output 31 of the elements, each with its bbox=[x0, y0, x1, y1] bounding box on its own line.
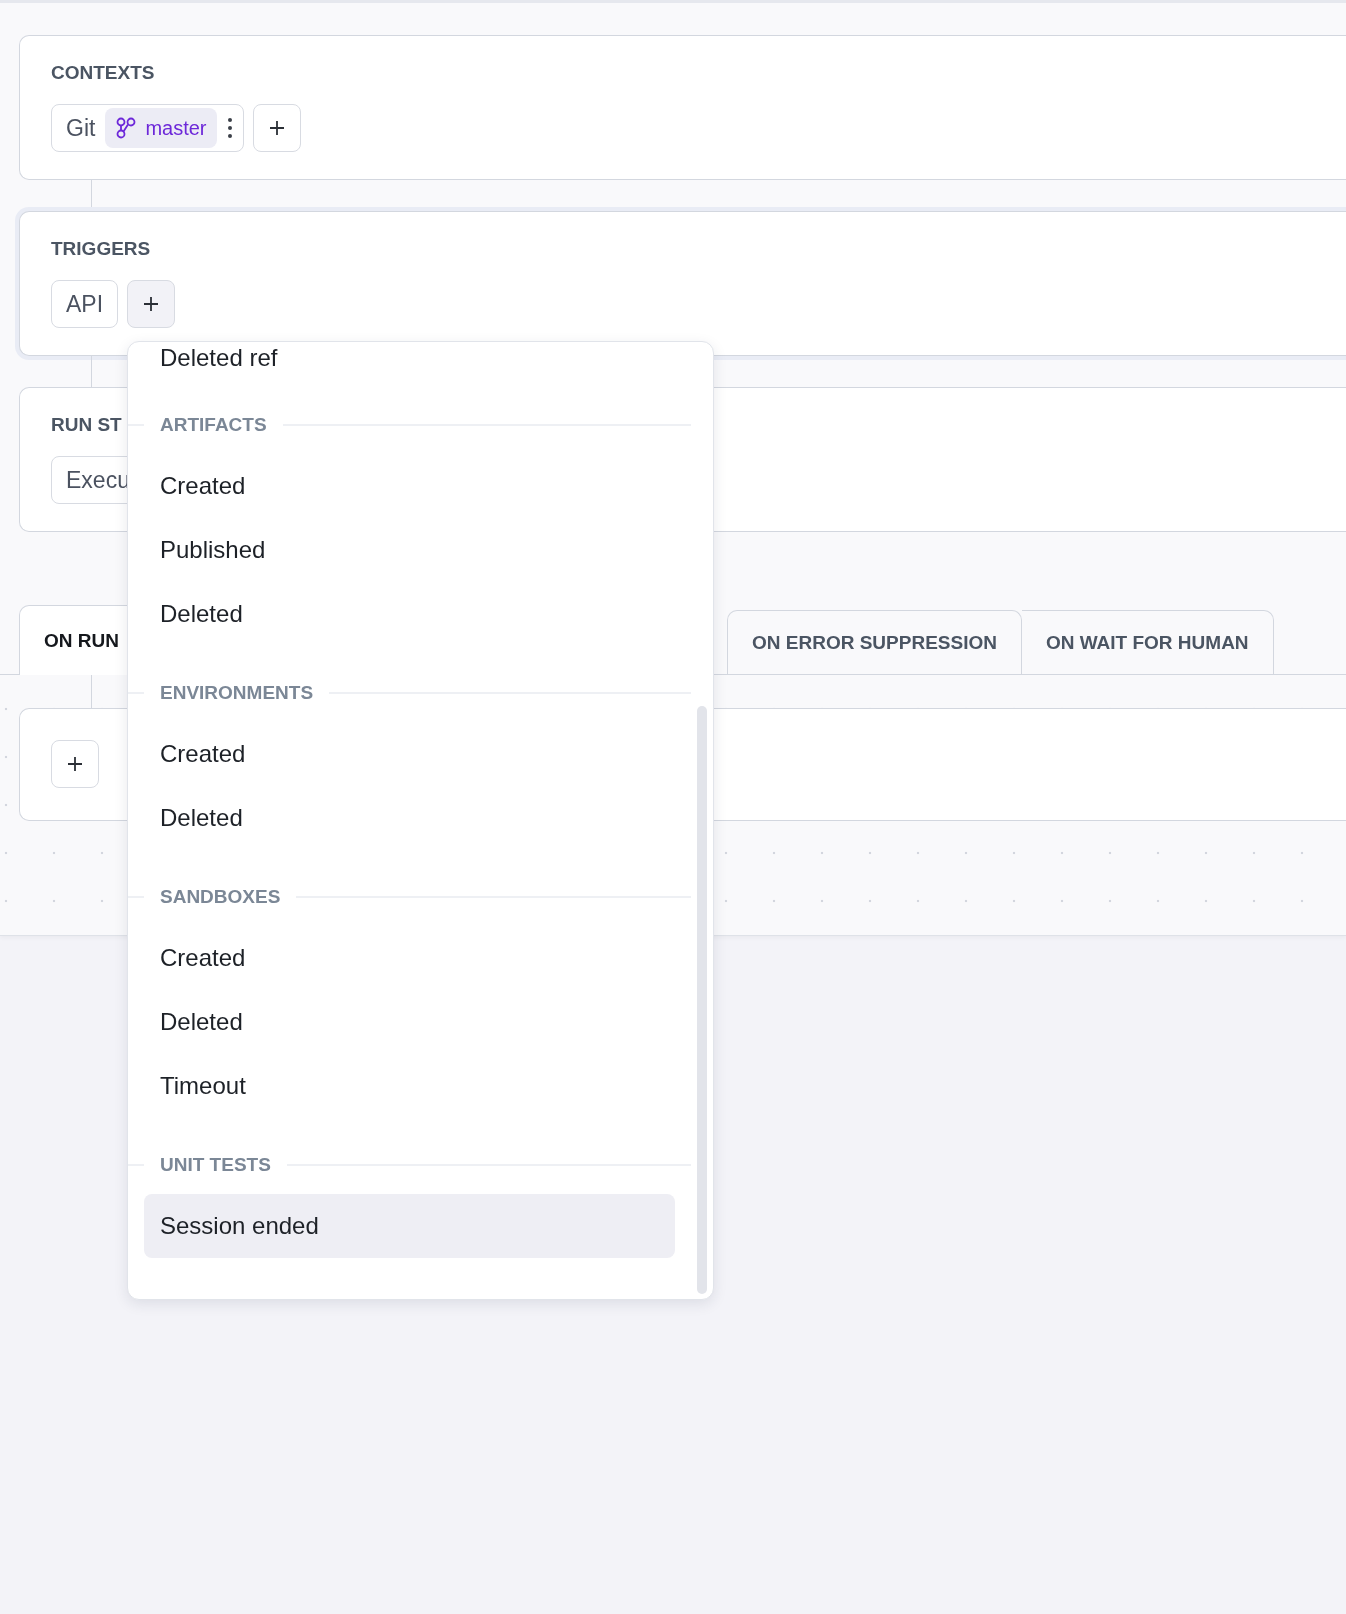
add-button[interactable] bbox=[252, 104, 301, 152]
plus-icon bbox=[142, 295, 161, 313]
group-header: ARTIFACTS bbox=[160, 414, 267, 436]
plus-icon bbox=[66, 755, 84, 773]
chip[interactable]: API bbox=[51, 280, 119, 328]
more-icon[interactable] bbox=[226, 117, 233, 139]
chip-label: Git bbox=[66, 114, 96, 142]
menu-item[interactable]: Deleted bbox=[144, 990, 675, 1054]
branch-badge[interactable]: master bbox=[105, 108, 217, 148]
menu-item[interactable]: Timeout bbox=[144, 1054, 675, 1118]
menu-item[interactable]: Created bbox=[144, 722, 675, 786]
add-button[interactable] bbox=[51, 740, 99, 788]
tab[interactable]: ON WAIT FOR HUMAN bbox=[1021, 610, 1274, 674]
section-title: RUN ST bbox=[51, 414, 122, 436]
group-header: SANDBOXES bbox=[160, 886, 281, 908]
tab[interactable]: ON ERROR SUPPRESSION bbox=[727, 610, 1022, 674]
plus-icon bbox=[267, 119, 286, 137]
menu-item[interactable]: Deleted bbox=[144, 786, 675, 850]
menu-item[interactable]: Created bbox=[144, 926, 675, 990]
group-header: ENVIRONMENTS bbox=[160, 682, 314, 704]
section-title: CONTEXTS bbox=[51, 62, 155, 84]
add-button[interactable] bbox=[127, 280, 176, 328]
menu-item[interactable]: Published bbox=[144, 518, 675, 582]
section-title: TRIGGERS bbox=[51, 238, 151, 260]
menu-item[interactable]: Deleted ref bbox=[144, 342, 675, 378]
group-header: UNIT TESTS bbox=[160, 1154, 271, 1176]
branch-icon bbox=[115, 117, 138, 139]
scrollbar-thumb[interactable] bbox=[697, 706, 707, 1294]
context-chip[interactable]: Git master bbox=[51, 104, 244, 152]
menu-item[interactable]: Created bbox=[144, 454, 675, 518]
menu-item[interactable]: Session ended bbox=[144, 1194, 675, 1258]
